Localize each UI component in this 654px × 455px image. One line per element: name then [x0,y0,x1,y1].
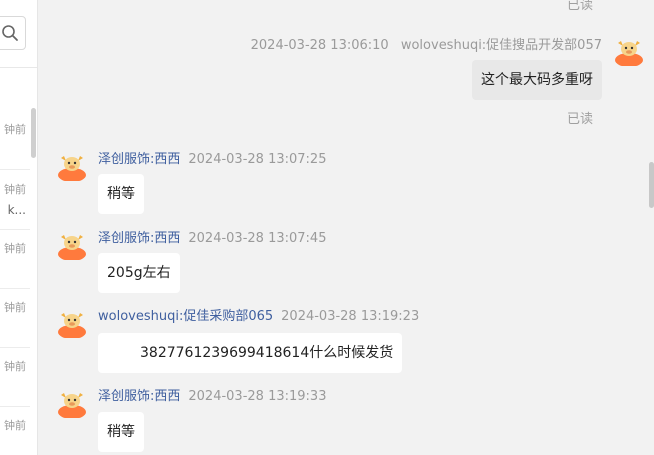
sender-name[interactable]: woloveshuqi:促佳搜品开发部057 [401,38,602,53]
message-bubble[interactable]: 稍等 [98,174,144,214]
conversation-item[interactable]: 钟前 [0,110,30,170]
conversation-time: 钟前 [4,419,26,432]
search-input[interactable] [0,16,26,50]
message-meta: 泽创服饰:西西 2024-03-28 13:07:25 [98,148,326,167]
avatar-icon[interactable] [56,228,88,260]
conversation-time: 钟前 [4,360,26,373]
conversation-time: 钟前 [4,242,26,255]
message-bubble[interactable]: 稍等 [98,412,144,452]
message-meta: 泽创服饰:西西 2024-03-28 13:07:45 [98,227,326,246]
message-time: 2024-03-28 13:06:10 [250,38,389,53]
message-meta: 2024-03-28 13:06:10 woloveshuqi:促佳搜品开发部0… [251,34,602,53]
conversation-item[interactable]: 钟前 [0,347,30,407]
message-time: 2024-03-28 13:19:23 [281,309,420,324]
conversation-time: 钟前 [4,123,26,136]
conversation-item[interactable]: 钟前 [0,229,30,289]
conversation-item[interactable]: 钟前 [0,288,30,348]
read-status: 已读 [566,0,593,13]
conversation-list: 钟前 钟前 k... 钟前 钟前 钟前 钟前 [0,0,38,455]
avatar-icon[interactable] [56,149,88,181]
chat-scrollbar[interactable] [649,162,654,208]
message-bubble[interactable]: 205g左右 [98,253,180,293]
avatar-icon[interactable] [613,34,645,66]
avatar-icon[interactable] [56,306,88,338]
sender-name[interactable]: 泽创服饰:西西 [98,152,180,167]
message-bubble[interactable]: 这个最大码多重呀 [472,60,602,100]
sender-name[interactable]: 泽创服饰:西西 [98,231,180,246]
message-meta: woloveshuqi:促佳采购部065 2024-03-28 13:19:23 [98,305,419,324]
message-bubble[interactable]: 3827761239699418614什么时候发货 [98,333,403,373]
chat-panel: 已读 2024-03-28 13:06:10 woloveshuqi:促佳搜品开… [38,0,654,455]
avatar-icon[interactable] [56,386,88,418]
message-time: 2024-03-28 13:07:25 [188,152,327,167]
search-icon[interactable] [1,24,19,42]
sidebar-scrollbar[interactable] [31,108,36,158]
conversation-time: 钟前 [4,183,26,196]
conversation-time: 钟前 [4,301,26,314]
divider [0,67,37,68]
message-time: 2024-03-28 13:19:33 [188,389,327,404]
message-meta: 泽创服饰:西西 2024-03-28 13:19:33 [98,385,326,404]
message-time: 2024-03-28 13:07:45 [188,231,327,246]
conversation-item[interactable]: 钟前 [0,406,30,455]
conversation-item[interactable]: 钟前 k... [0,170,30,230]
read-status: 已读 [566,112,593,127]
sender-name[interactable]: woloveshuqi:促佳采购部065 [98,309,273,324]
conversation-preview: k... [7,203,26,217]
sender-name[interactable]: 泽创服饰:西西 [98,389,180,404]
